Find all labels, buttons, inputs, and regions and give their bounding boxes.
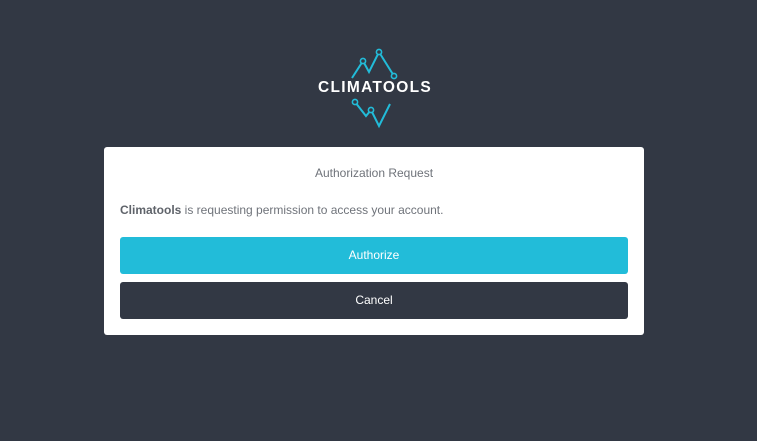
app-name: Climatools bbox=[120, 203, 182, 217]
page: CLIMATOOLS Authorization Request Climato… bbox=[0, 0, 757, 441]
authorize-button[interactable]: Authorize bbox=[120, 237, 628, 274]
message-text: is requesting permission to access your … bbox=[181, 203, 444, 217]
logo-wordmark: CLIMATOOLS bbox=[317, 79, 433, 96]
climatools-logo: CLIMATOOLS bbox=[310, 46, 440, 132]
permission-message: Climatools is requesting permission to a… bbox=[120, 203, 443, 217]
dialog-title: Authorization Request bbox=[314, 166, 434, 180]
cancel-button[interactable]: Cancel bbox=[120, 282, 628, 319]
authorization-dialog: Authorization Request Climatools is requ… bbox=[104, 147, 644, 335]
